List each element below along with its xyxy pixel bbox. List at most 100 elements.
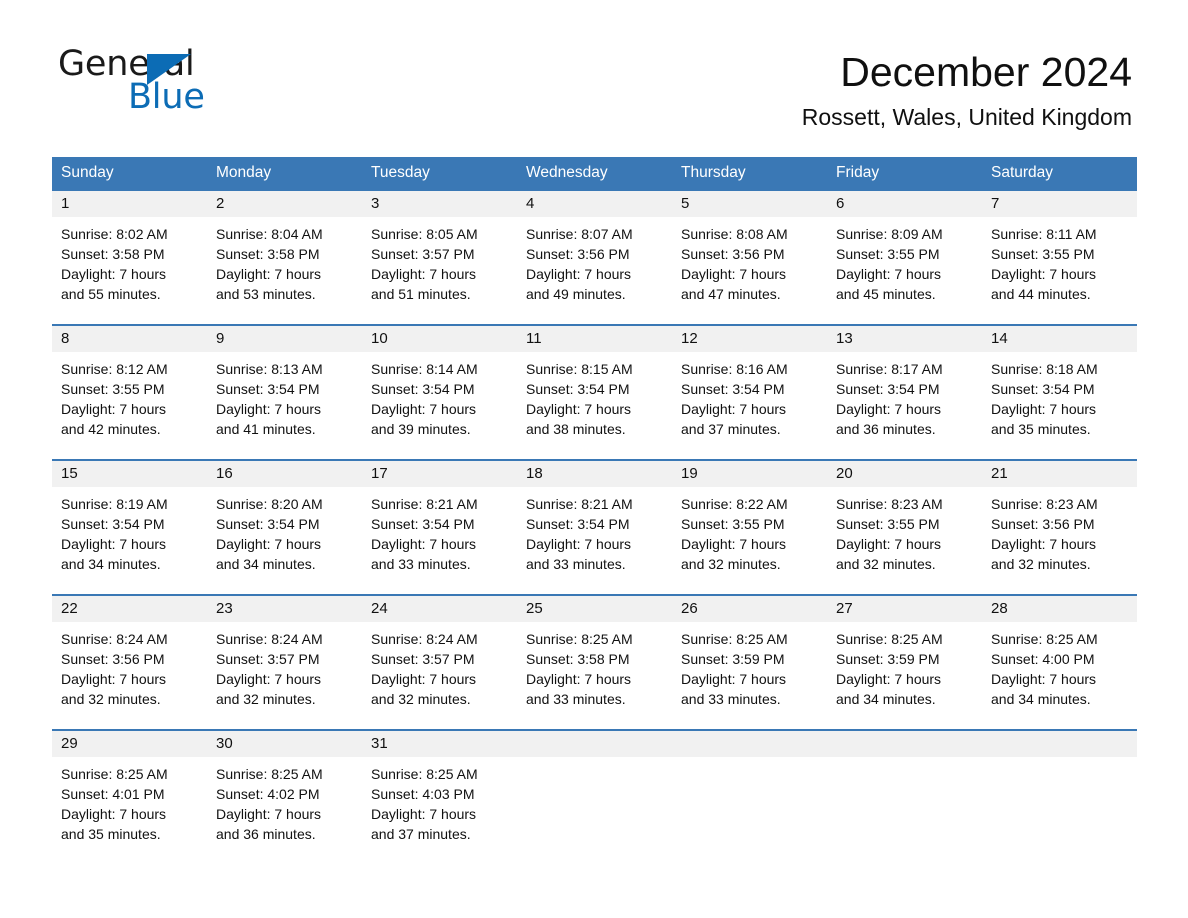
day-cell[interactable]: 8 Sunrise: 8:12 AM Sunset: 3:55 PM Dayli…	[52, 326, 207, 459]
daylight-text-line2: and 33 minutes.	[371, 556, 471, 572]
day-cell[interactable]: 31 Sunrise: 8:25 AM Sunset: 4:03 PM Dayl…	[362, 731, 517, 847]
general-blue-logo[interactable]: General Blue	[58, 47, 318, 127]
day-cell[interactable]: 6 Sunrise: 8:09 AM Sunset: 3:55 PM Dayli…	[827, 191, 982, 324]
day-cell[interactable]: 1 Sunrise: 8:02 AM Sunset: 3:58 PM Dayli…	[52, 191, 207, 324]
day-cell[interactable]: 11 Sunrise: 8:15 AM Sunset: 3:54 PM Dayl…	[517, 326, 672, 459]
day-cell[interactable]: 13 Sunrise: 8:17 AM Sunset: 3:54 PM Dayl…	[827, 326, 982, 459]
sunrise-text: Sunrise: 8:25 AM	[836, 631, 943, 647]
daylight-text-line2: and 38 minutes.	[526, 421, 626, 437]
sunrise-text: Sunrise: 8:18 AM	[991, 361, 1098, 377]
daylight-text-line2: and 35 minutes.	[61, 826, 161, 842]
day-number	[827, 731, 982, 757]
day-cell[interactable]: 3 Sunrise: 8:05 AM Sunset: 3:57 PM Dayli…	[362, 191, 517, 324]
day-cell[interactable]: 17 Sunrise: 8:21 AM Sunset: 3:54 PM Dayl…	[362, 461, 517, 594]
day-number	[982, 731, 1137, 757]
sunset-text: Sunset: 3:58 PM	[526, 651, 630, 667]
day-details: Sunrise: 8:21 AM Sunset: 3:54 PM Dayligh…	[362, 487, 517, 574]
day-number: 3	[362, 191, 517, 217]
day-number: 21	[982, 461, 1137, 487]
daylight-text-line1: Daylight: 7 hours	[526, 401, 632, 417]
day-number: 10	[362, 326, 517, 352]
day-number: 29	[52, 731, 207, 757]
day-cell[interactable]: 28 Sunrise: 8:25 AM Sunset: 4:00 PM Dayl…	[982, 596, 1137, 729]
day-cell[interactable]: 16 Sunrise: 8:20 AM Sunset: 3:54 PM Dayl…	[207, 461, 362, 594]
sunset-text: Sunset: 3:54 PM	[61, 516, 165, 532]
sunset-text: Sunset: 3:55 PM	[681, 516, 785, 532]
day-cell[interactable]: 12 Sunrise: 8:16 AM Sunset: 3:54 PM Dayl…	[672, 326, 827, 459]
day-cell[interactable]: 2 Sunrise: 8:04 AM Sunset: 3:58 PM Dayli…	[207, 191, 362, 324]
weekday-header-thursday: Thursday	[681, 164, 746, 181]
day-cell[interactable]: 18 Sunrise: 8:21 AM Sunset: 3:54 PM Dayl…	[517, 461, 672, 594]
daylight-text-line2: and 49 minutes.	[526, 286, 626, 302]
daylight-text-line2: and 53 minutes.	[216, 286, 316, 302]
day-details: Sunrise: 8:24 AM Sunset: 3:56 PM Dayligh…	[52, 622, 207, 709]
day-number: 1	[52, 191, 207, 217]
daylight-text-line1: Daylight: 7 hours	[216, 806, 322, 822]
day-cell[interactable]: 7 Sunrise: 8:11 AM Sunset: 3:55 PM Dayli…	[982, 191, 1137, 324]
daylight-text-line2: and 47 minutes.	[681, 286, 781, 302]
day-cell[interactable]: 20 Sunrise: 8:23 AM Sunset: 3:55 PM Dayl…	[827, 461, 982, 594]
daylight-text-line1: Daylight: 7 hours	[61, 536, 167, 552]
daylight-text-line2: and 37 minutes.	[371, 826, 471, 842]
week-row: 29 Sunrise: 8:25 AM Sunset: 4:01 PM Dayl…	[52, 729, 1137, 847]
day-details: Sunrise: 8:25 AM Sunset: 4:02 PM Dayligh…	[207, 757, 362, 844]
day-number: 20	[827, 461, 982, 487]
day-cell[interactable]: 30 Sunrise: 8:25 AM Sunset: 4:02 PM Dayl…	[207, 731, 362, 847]
sunset-text: Sunset: 3:56 PM	[991, 516, 1095, 532]
daylight-text-line1: Daylight: 7 hours	[526, 266, 632, 282]
daylight-text-line1: Daylight: 7 hours	[61, 266, 167, 282]
sunset-text: Sunset: 3:59 PM	[836, 651, 940, 667]
day-cell[interactable]: 19 Sunrise: 8:22 AM Sunset: 3:55 PM Dayl…	[672, 461, 827, 594]
day-number: 7	[982, 191, 1137, 217]
day-details: Sunrise: 8:15 AM Sunset: 3:54 PM Dayligh…	[517, 352, 672, 439]
day-cell[interactable]: 26 Sunrise: 8:25 AM Sunset: 3:59 PM Dayl…	[672, 596, 827, 729]
sunset-text: Sunset: 3:58 PM	[61, 246, 165, 262]
daylight-text-line2: and 39 minutes.	[371, 421, 471, 437]
sunrise-text: Sunrise: 8:11 AM	[991, 226, 1097, 242]
day-cell[interactable]: 29 Sunrise: 8:25 AM Sunset: 4:01 PM Dayl…	[52, 731, 207, 847]
day-details: Sunrise: 8:11 AM Sunset: 3:55 PM Dayligh…	[982, 217, 1137, 304]
daylight-text-line2: and 33 minutes.	[681, 691, 781, 707]
page-header: General Blue December 2024 Rossett, Wale…	[0, 0, 1188, 131]
day-cell[interactable]: 9 Sunrise: 8:13 AM Sunset: 3:54 PM Dayli…	[207, 326, 362, 459]
day-cell[interactable]: 23 Sunrise: 8:24 AM Sunset: 3:57 PM Dayl…	[207, 596, 362, 729]
sunset-text: Sunset: 3:57 PM	[371, 246, 475, 262]
sunset-text: Sunset: 3:57 PM	[216, 651, 320, 667]
day-cell[interactable]: 5 Sunrise: 8:08 AM Sunset: 3:56 PM Dayli…	[672, 191, 827, 324]
day-details: Sunrise: 8:17 AM Sunset: 3:54 PM Dayligh…	[827, 352, 982, 439]
daylight-text-line2: and 37 minutes.	[681, 421, 781, 437]
day-details: Sunrise: 8:09 AM Sunset: 3:55 PM Dayligh…	[827, 217, 982, 304]
day-cell[interactable]: 15 Sunrise: 8:19 AM Sunset: 3:54 PM Dayl…	[52, 461, 207, 594]
day-cell[interactable]: 21 Sunrise: 8:23 AM Sunset: 3:56 PM Dayl…	[982, 461, 1137, 594]
sunset-text: Sunset: 3:55 PM	[991, 246, 1095, 262]
daylight-text-line2: and 34 minutes.	[61, 556, 161, 572]
day-cell[interactable]: 24 Sunrise: 8:24 AM Sunset: 3:57 PM Dayl…	[362, 596, 517, 729]
sunset-text: Sunset: 3:55 PM	[61, 381, 165, 397]
day-cell[interactable]: 4 Sunrise: 8:07 AM Sunset: 3:56 PM Dayli…	[517, 191, 672, 324]
day-number: 11	[517, 326, 672, 352]
daylight-text-line1: Daylight: 7 hours	[371, 806, 477, 822]
sunset-text: Sunset: 3:58 PM	[216, 246, 320, 262]
day-cell[interactable]: 10 Sunrise: 8:14 AM Sunset: 3:54 PM Dayl…	[362, 326, 517, 459]
day-details: Sunrise: 8:04 AM Sunset: 3:58 PM Dayligh…	[207, 217, 362, 304]
daylight-text-line1: Daylight: 7 hours	[371, 401, 477, 417]
day-cell[interactable]: 25 Sunrise: 8:25 AM Sunset: 3:58 PM Dayl…	[517, 596, 672, 729]
sunset-text: Sunset: 3:59 PM	[681, 651, 785, 667]
daylight-text-line2: and 41 minutes.	[216, 421, 316, 437]
weekday-header-friday: Friday	[836, 164, 880, 181]
day-cell[interactable]: 22 Sunrise: 8:24 AM Sunset: 3:56 PM Dayl…	[52, 596, 207, 729]
day-cell[interactable]: 27 Sunrise: 8:25 AM Sunset: 3:59 PM Dayl…	[827, 596, 982, 729]
daylight-text-line1: Daylight: 7 hours	[681, 671, 787, 687]
daylight-text-line2: and 33 minutes.	[526, 556, 626, 572]
day-details: Sunrise: 8:13 AM Sunset: 3:54 PM Dayligh…	[207, 352, 362, 439]
day-number: 22	[52, 596, 207, 622]
day-number: 13	[827, 326, 982, 352]
day-cell[interactable]: 14 Sunrise: 8:18 AM Sunset: 3:54 PM Dayl…	[982, 326, 1137, 459]
day-number: 6	[827, 191, 982, 217]
day-number: 14	[982, 326, 1137, 352]
daylight-text-line2: and 55 minutes.	[61, 286, 161, 302]
daylight-text-line1: Daylight: 7 hours	[836, 401, 942, 417]
daylight-text-line2: and 44 minutes.	[991, 286, 1091, 302]
daylight-text-line2: and 42 minutes.	[61, 421, 161, 437]
sunrise-text: Sunrise: 8:22 AM	[681, 496, 788, 512]
